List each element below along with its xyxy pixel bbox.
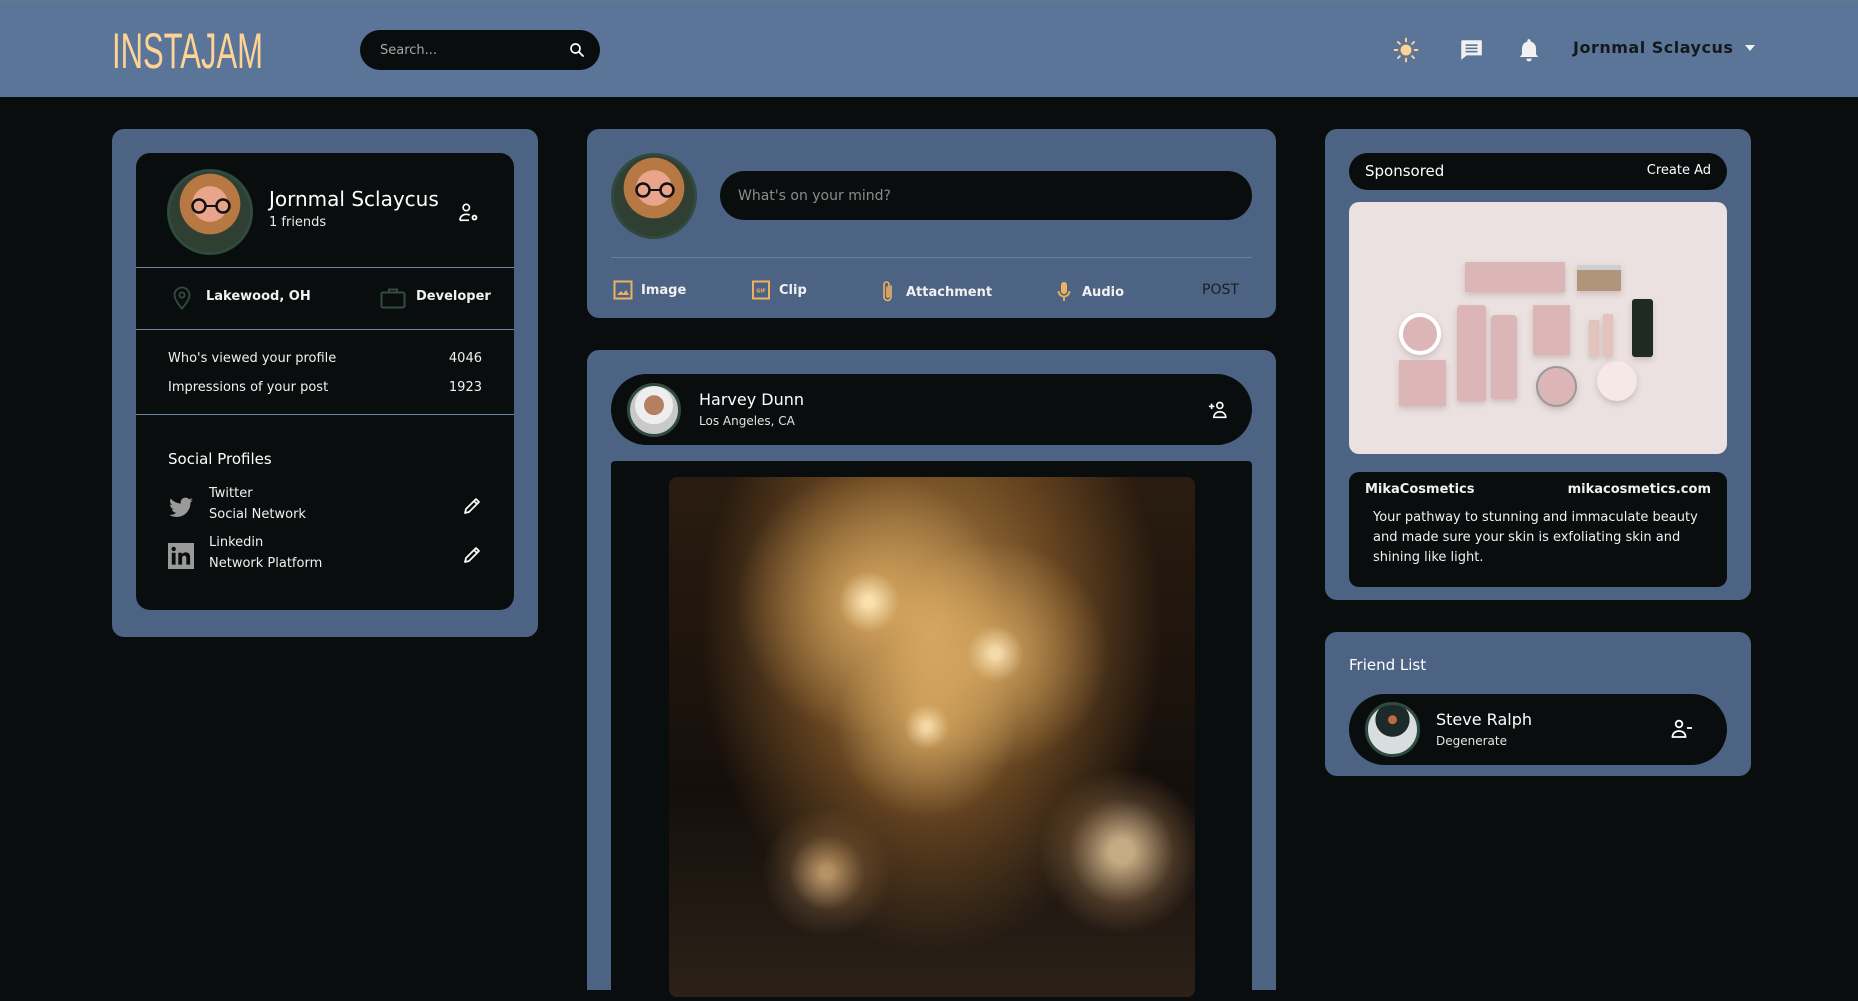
profile-card: Jornmal Sclaycus 1 friends Lakewood, OH …: [112, 129, 538, 637]
feed-post: Harvey Dunn Los Angeles, CA: [587, 350, 1276, 1001]
post-button[interactable]: POST: [1202, 282, 1239, 298]
image-icon: [613, 280, 633, 300]
create-ad-link[interactable]: Create Ad: [1647, 163, 1711, 178]
stat-post-impressions: Impressions of your post 1923: [168, 380, 482, 395]
add-attachment-button[interactable]: Attachment: [878, 280, 992, 304]
post-media-frame: [611, 461, 1252, 1001]
divider: [136, 329, 514, 330]
divider: [611, 257, 1252, 258]
stat-profile-views: Who's viewed your profile 4046: [168, 351, 482, 366]
friend-list-card: Friend List Steve Ralph Degenerate: [1325, 632, 1751, 776]
profile-card-inner: Jornmal Sclaycus 1 friends Lakewood, OH …: [136, 153, 514, 610]
edit-pencil-icon[interactable]: [462, 496, 482, 516]
add-audio-button[interactable]: Audio: [1054, 280, 1124, 304]
action-label: Audio: [1082, 284, 1125, 300]
briefcase-icon: [380, 288, 406, 309]
stat-label: Who's viewed your profile: [168, 351, 337, 366]
twitter-icon: [169, 497, 193, 517]
friend-name[interactable]: Steve Ralph: [1436, 710, 1532, 729]
social-name: Linkedin: [209, 535, 264, 550]
add-clip-button[interactable]: GIF Clip: [751, 280, 807, 300]
friend-desc: Degenerate: [1436, 734, 1507, 748]
stat-value: 4046: [448, 351, 482, 366]
action-label: Image: [641, 282, 687, 298]
add-friend-icon[interactable]: [1208, 400, 1228, 420]
stat-value: 1923: [448, 380, 482, 395]
svg-text:GIF: GIF: [756, 289, 765, 295]
avatar-glasses-graphic: [191, 198, 231, 214]
divider: [136, 414, 514, 415]
user-menu-dropdown[interactable]: Jornmal Sclaycus: [1573, 38, 1756, 57]
linkedin-icon: [168, 543, 194, 569]
social-item-linkedin: Linkedin Network Platform: [168, 535, 482, 577]
sponsored-title: Sponsored: [1365, 162, 1445, 180]
post-header: Harvey Dunn Los Angeles, CA: [611, 374, 1252, 445]
search-icon[interactable]: [568, 41, 586, 59]
ad-description: Your pathway to stunning and immaculate …: [1373, 510, 1698, 565]
user-name: Jornmal Sclaycus: [1573, 38, 1734, 57]
paperclip-icon: [883, 281, 892, 302]
chevron-down-icon: [1745, 44, 1756, 51]
add-image-button[interactable]: Image: [613, 280, 686, 300]
profile-location: Lakewood, OH: [206, 289, 311, 304]
remove-friend-icon[interactable]: [1671, 719, 1693, 739]
profile-avatar[interactable]: [167, 169, 253, 255]
ad-image-cosmetics[interactable]: [1349, 202, 1727, 454]
social-desc: Social Network: [209, 507, 306, 522]
search-input[interactable]: [380, 30, 560, 70]
ad-brand: MikaCosmetics: [1365, 482, 1475, 497]
top-navbar: INSTAJAM Jornmal Sclaycus: [0, 0, 1858, 97]
stat-label: Impressions of your post: [168, 380, 329, 395]
social-desc: Network Platform: [209, 556, 323, 571]
post-image-fireworks[interactable]: [669, 477, 1195, 997]
manage-account-icon[interactable]: [458, 203, 480, 223]
post-author-avatar[interactable]: [627, 383, 681, 437]
social-profiles-heading: Social Profiles: [168, 450, 272, 468]
product-box-graphic: [1465, 262, 1565, 292]
action-label: Attachment: [906, 284, 993, 300]
edit-pencil-icon[interactable]: [462, 545, 482, 565]
product-serum-graphic: [1632, 299, 1653, 357]
sponsored-card: Sponsored Create Ad MikaCosmetics mikaco…: [1325, 129, 1751, 600]
ad-info: MikaCosmetics mikacosmetics.com Your pat…: [1349, 472, 1727, 587]
bell-icon[interactable]: [1516, 37, 1542, 63]
avatar-glasses-graphic: [635, 182, 675, 198]
post-text-input[interactable]: [720, 171, 1252, 220]
logo[interactable]: INSTAJAM: [112, 23, 263, 79]
product-sachet-graphic: [1533, 305, 1570, 355]
search-box: [360, 30, 600, 70]
profile-info-row: Lakewood, OH Developer: [136, 267, 514, 329]
ad-url-link[interactable]: mikacosmetics.com: [1568, 482, 1711, 497]
friend-list-heading: Friend List: [1349, 656, 1427, 674]
friend-count: 1 friends: [269, 215, 327, 230]
gif-icon: GIF: [752, 280, 770, 300]
product-compact-graphic: [1536, 366, 1577, 407]
action-label: Clip: [779, 282, 807, 298]
product-tube-graphic: [1491, 315, 1517, 399]
product-box-graphic: [1399, 360, 1446, 406]
friend-avatar[interactable]: [1365, 702, 1420, 757]
post-composer: Image GIF Clip Attachment Audio POST: [587, 129, 1276, 318]
post-author-name[interactable]: Harvey Dunn: [699, 390, 804, 409]
sponsored-header: Sponsored Create Ad: [1349, 153, 1727, 190]
product-jar-graphic: [1577, 265, 1621, 291]
post-author-location: Los Angeles, CA: [699, 414, 795, 428]
product-tube-graphic: [1457, 305, 1486, 401]
profile-name[interactable]: Jornmal Sclaycus: [269, 187, 439, 211]
location-pin-icon: [173, 286, 191, 310]
product-tin-graphic: [1399, 313, 1441, 355]
product-lipstick-graphic: [1603, 314, 1613, 356]
social-item-twitter: Twitter Social Network: [168, 486, 482, 528]
sun-icon[interactable]: [1393, 37, 1419, 63]
product-lipstick-graphic: [1589, 320, 1599, 356]
message-icon[interactable]: [1458, 37, 1484, 63]
composer-avatar[interactable]: [611, 153, 697, 239]
social-name: Twitter: [209, 486, 253, 501]
friend-list-item: Steve Ralph Degenerate: [1349, 694, 1727, 765]
microphone-icon: [1057, 282, 1071, 301]
profile-occupation: Developer: [416, 289, 491, 304]
product-compact-graphic: [1597, 361, 1637, 401]
